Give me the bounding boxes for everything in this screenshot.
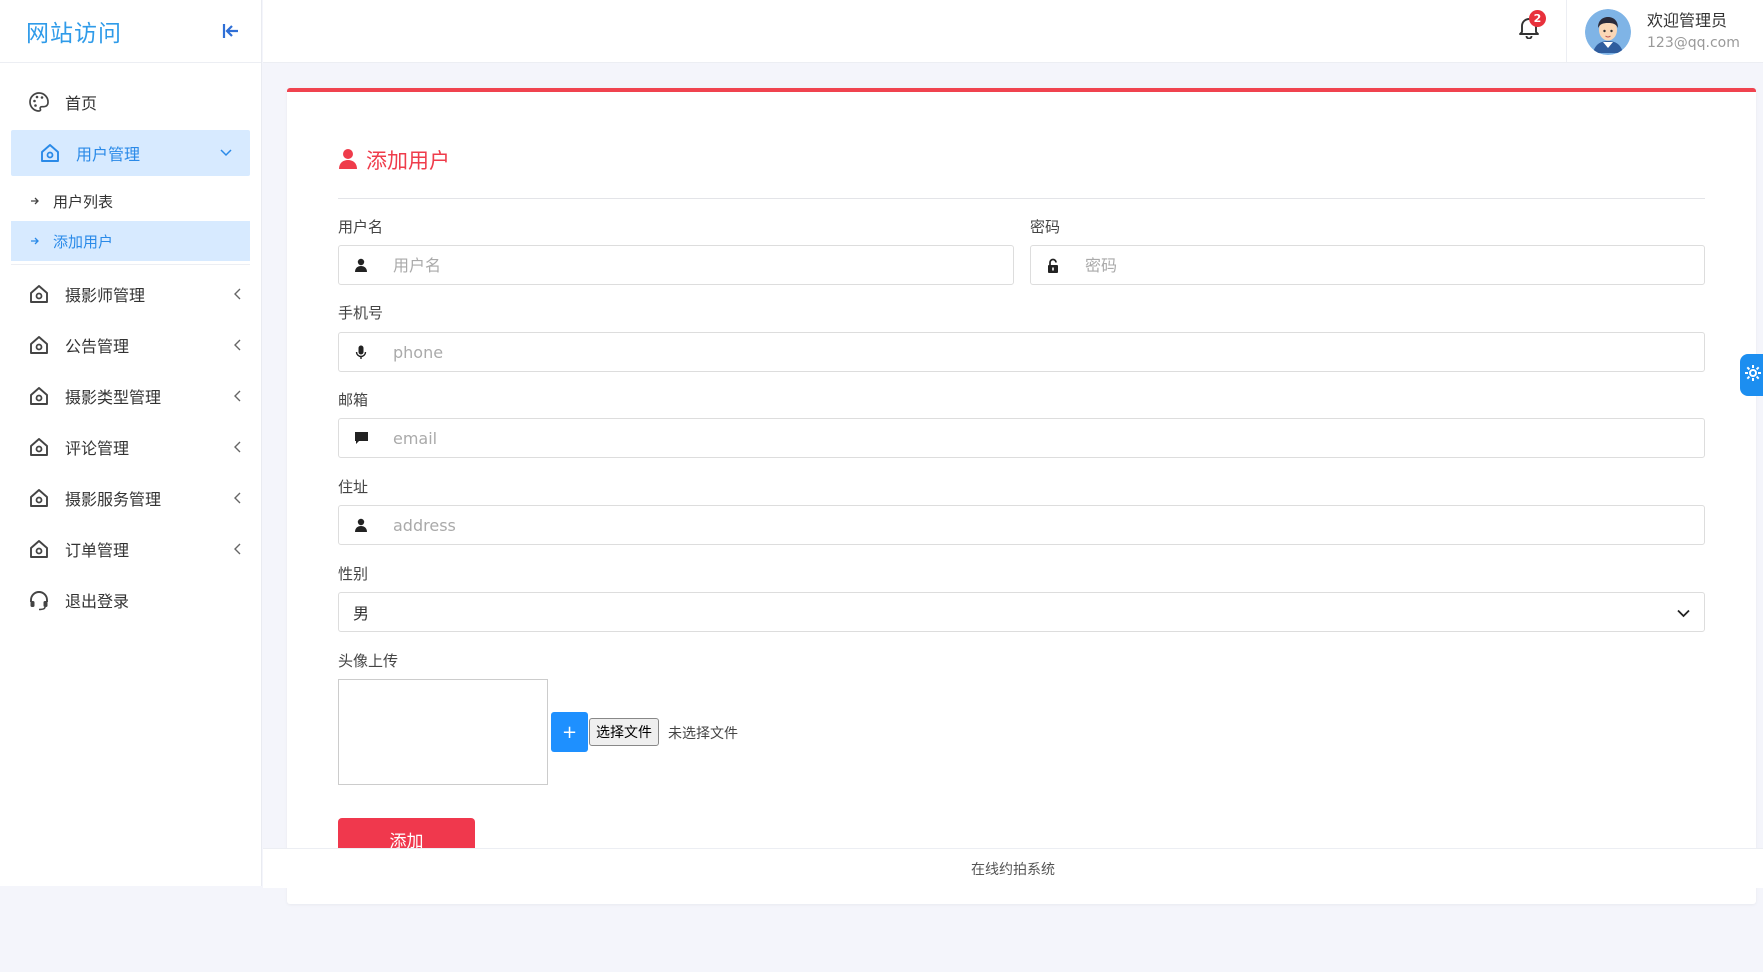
sidebar-item-user-management[interactable]: 用户管理 — [11, 130, 250, 176]
avatar-preview — [338, 679, 548, 785]
gender-selected-value: 男 — [353, 604, 370, 623]
upload-add-button[interactable]: + — [551, 712, 588, 752]
sidebar-item-label: 评论管理 — [65, 439, 130, 458]
user-email: 123@qq.com — [1647, 35, 1740, 51]
password-label: 密码 — [1030, 218, 1061, 236]
notification-button[interactable]: 2 — [1514, 10, 1546, 44]
user-icon — [339, 518, 383, 532]
home-icon — [28, 538, 50, 560]
sidebar-menu: 首页 用户管理 用户列表 添加用户 摄影师管理 公告管理 摄影类型管理 评论管理… — [0, 63, 261, 623]
gender-select[interactable]: 男 — [338, 592, 1705, 632]
sidebar-item-logout[interactable]: 退出登录 — [0, 577, 261, 623]
email-input[interactable] — [383, 419, 1704, 457]
sidebar-item-comment-management[interactable]: 评论管理 — [0, 424, 261, 470]
brand-title: 网站访问 — [26, 21, 122, 47]
address-field — [338, 505, 1705, 545]
settings-toggle[interactable] — [1740, 354, 1763, 396]
email-label: 邮箱 — [338, 391, 369, 409]
sidebar-item-photographer-management[interactable]: 摄影师管理 — [0, 271, 261, 317]
file-status: 未选择文件 — [668, 726, 738, 742]
add-user-card: 添加用户 用户名 密码 手机号 邮箱 住址 — [287, 88, 1756, 904]
header-divider — [1566, 0, 1567, 63]
user-icon — [338, 148, 358, 170]
sidebar-item-label: 用户管理 — [76, 145, 141, 164]
top-header: 2 欢迎管理员 123@qq.com — [263, 0, 1763, 63]
user-name: 欢迎管理员 — [1647, 11, 1728, 30]
address-label: 住址 — [338, 478, 369, 496]
sidebar-item-label: 公告管理 — [65, 337, 130, 356]
password-input[interactable] — [1075, 246, 1704, 284]
sidebar-item-photo-service-management[interactable]: 摄影服务管理 — [0, 475, 261, 521]
footer: 在线约拍系统 — [263, 848, 1763, 888]
brand-bar: 网站访问 — [0, 0, 261, 63]
chevron-left-icon — [231, 543, 243, 555]
palette-icon — [28, 91, 50, 113]
phone-label: 手机号 — [338, 304, 384, 322]
home-icon — [28, 283, 50, 305]
sidebar-item-label: 首页 — [65, 94, 98, 113]
choose-file-button[interactable]: 选择文件 — [589, 718, 659, 746]
home-icon — [28, 334, 50, 356]
sidebar-item-label: 订单管理 — [65, 541, 130, 560]
user-menu[interactable]: 欢迎管理员 123@qq.com — [1585, 9, 1740, 55]
sidebar-item-home[interactable]: 首页 — [0, 79, 261, 125]
sidebar-subitem-user-list[interactable]: 用户列表 — [11, 181, 250, 221]
username-label: 用户名 — [338, 218, 384, 236]
avatar — [1585, 9, 1631, 55]
sidebar-item-photo-type-management[interactable]: 摄影类型管理 — [0, 373, 261, 419]
sidebar-item-label: 摄影类型管理 — [65, 388, 162, 407]
chevron-down-icon — [1677, 603, 1690, 622]
address-input[interactable] — [383, 506, 1704, 544]
card-title: 添加用户 — [338, 145, 1705, 199]
avatar-upload-label: 头像上传 — [338, 652, 399, 670]
chevron-left-icon — [231, 441, 243, 453]
notification-badge: 2 — [1529, 10, 1546, 27]
footer-text: 在线约拍系统 — [971, 861, 1055, 878]
microphone-icon — [339, 345, 383, 360]
sidebar-item-announcement-management[interactable]: 公告管理 — [0, 322, 261, 368]
user-management-submenu: 用户列表 添加用户 — [11, 181, 250, 265]
gear-icon — [1744, 364, 1762, 386]
home-icon — [28, 436, 50, 458]
user-icon — [339, 258, 383, 272]
phone-input[interactable] — [383, 333, 1704, 371]
sidebar-subitem-label: 添加用户 — [53, 232, 114, 251]
collapse-sidebar-icon[interactable] — [221, 21, 241, 41]
page-title: 添加用户 — [366, 149, 450, 173]
sidebar-subitem-add-user[interactable]: 添加用户 — [11, 221, 250, 261]
gender-label: 性别 — [338, 565, 369, 583]
arrow-right-icon — [30, 236, 40, 246]
home-icon — [28, 487, 50, 509]
username-input[interactable] — [383, 246, 1013, 284]
sidebar-item-label: 退出登录 — [65, 592, 130, 611]
password-field — [1030, 245, 1705, 285]
headset-icon — [28, 589, 50, 611]
sidebar: 网站访问 首页 用户管理 用户列表 添加用户 摄影师管理 公告管理 摄影类型管理… — [0, 0, 262, 886]
user-info: 欢迎管理员 123@qq.com — [1647, 11, 1740, 53]
home-icon — [28, 385, 50, 407]
sidebar-subitem-label: 用户列表 — [53, 192, 114, 211]
username-field — [338, 245, 1014, 285]
chat-bubble-icon — [339, 431, 383, 445]
email-field — [338, 418, 1705, 458]
chevron-left-icon — [231, 288, 243, 300]
sidebar-item-label: 摄影服务管理 — [65, 490, 162, 509]
sidebar-item-order-management[interactable]: 订单管理 — [0, 526, 261, 572]
chevron-left-icon — [231, 492, 243, 504]
unlock-icon — [1031, 258, 1075, 273]
chevron-left-icon — [231, 390, 243, 402]
phone-field — [338, 332, 1705, 372]
chevron-down-icon — [220, 147, 232, 159]
sidebar-item-label: 摄影师管理 — [65, 286, 146, 305]
chevron-left-icon — [231, 339, 243, 351]
home-icon — [39, 142, 61, 164]
arrow-right-icon — [30, 196, 40, 206]
